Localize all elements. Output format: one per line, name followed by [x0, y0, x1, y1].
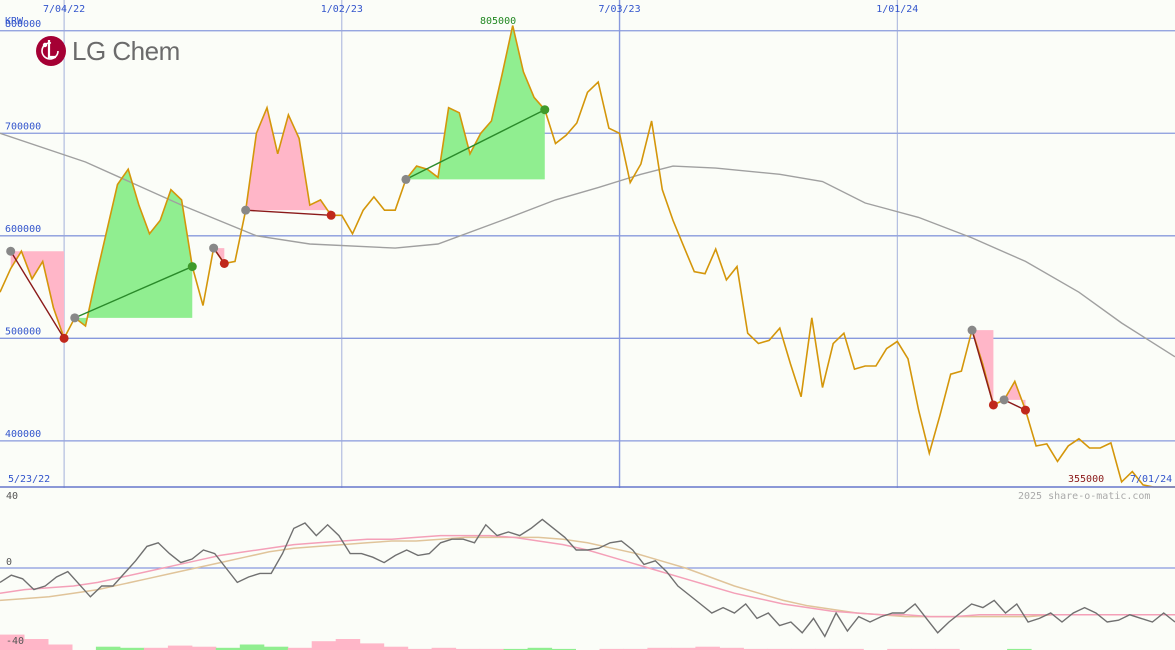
histogram-bar	[24, 639, 49, 650]
company-logo: LG Chem	[36, 36, 180, 66]
histogram-bar	[48, 644, 73, 650]
watermark: 2025 share-o-matic.com	[1018, 491, 1150, 502]
signal-start-dot	[999, 395, 1009, 405]
oscillator-y-tick-label: 40	[6, 491, 18, 502]
oscillator-panel: -40 0 40 2025 share-o-matic.com	[0, 488, 1175, 650]
signal-end-dot	[59, 333, 69, 343]
signal-end-dot	[988, 400, 998, 410]
x-tick-label: 7/04/22	[43, 4, 85, 15]
chart-container: 400000 500000 600000 700000 800000 7/04/22 1/…	[0, 0, 1175, 650]
signal-end-dot	[187, 262, 197, 272]
histogram-bar	[335, 639, 361, 650]
stock-chart: 400000500000600000700000800000 7/04/22 1/…	[0, 0, 1175, 650]
signal-end-dot	[326, 210, 336, 220]
signal-start-dot	[70, 313, 80, 323]
signal-start-dot	[209, 243, 219, 253]
company-name: LG Chem	[72, 36, 180, 66]
signal-start-dot	[401, 174, 411, 184]
signal-end-dot	[219, 258, 229, 268]
start-date-label: 5/23/22	[8, 474, 50, 485]
signal-start-dot	[967, 325, 977, 335]
oscillator-y-tick-label: 0	[6, 557, 12, 568]
y-tick-label: 600000	[5, 224, 41, 235]
histogram-bar	[311, 641, 337, 650]
y-tick-label: 500000	[5, 326, 41, 337]
low-price-label: 355000	[1068, 474, 1104, 485]
signal-start-dot	[6, 246, 16, 256]
oscillator-panel-background	[0, 488, 1175, 650]
x-tick-label: 1/02/23	[321, 4, 363, 15]
histogram-bar	[359, 643, 385, 650]
lg-logo-mark	[36, 36, 66, 66]
x-tick-label: 1/01/24	[876, 4, 918, 15]
high-price-label: 805000	[480, 16, 516, 27]
signal-end-dot	[540, 105, 550, 115]
histogram-bar	[239, 644, 265, 650]
signal-end-dot	[1020, 405, 1030, 415]
oscillator-y-tick-label: -40	[6, 636, 24, 647]
y-tick-label: 700000	[5, 121, 41, 132]
x-tick-label: 7/03/23	[598, 4, 640, 15]
currency-label: KRW	[5, 16, 24, 27]
signal-start-dot	[241, 205, 251, 215]
end-date-label: 7/01/24	[1130, 474, 1172, 485]
y-tick-label: 400000	[5, 429, 41, 440]
histogram-bar	[167, 645, 193, 650]
